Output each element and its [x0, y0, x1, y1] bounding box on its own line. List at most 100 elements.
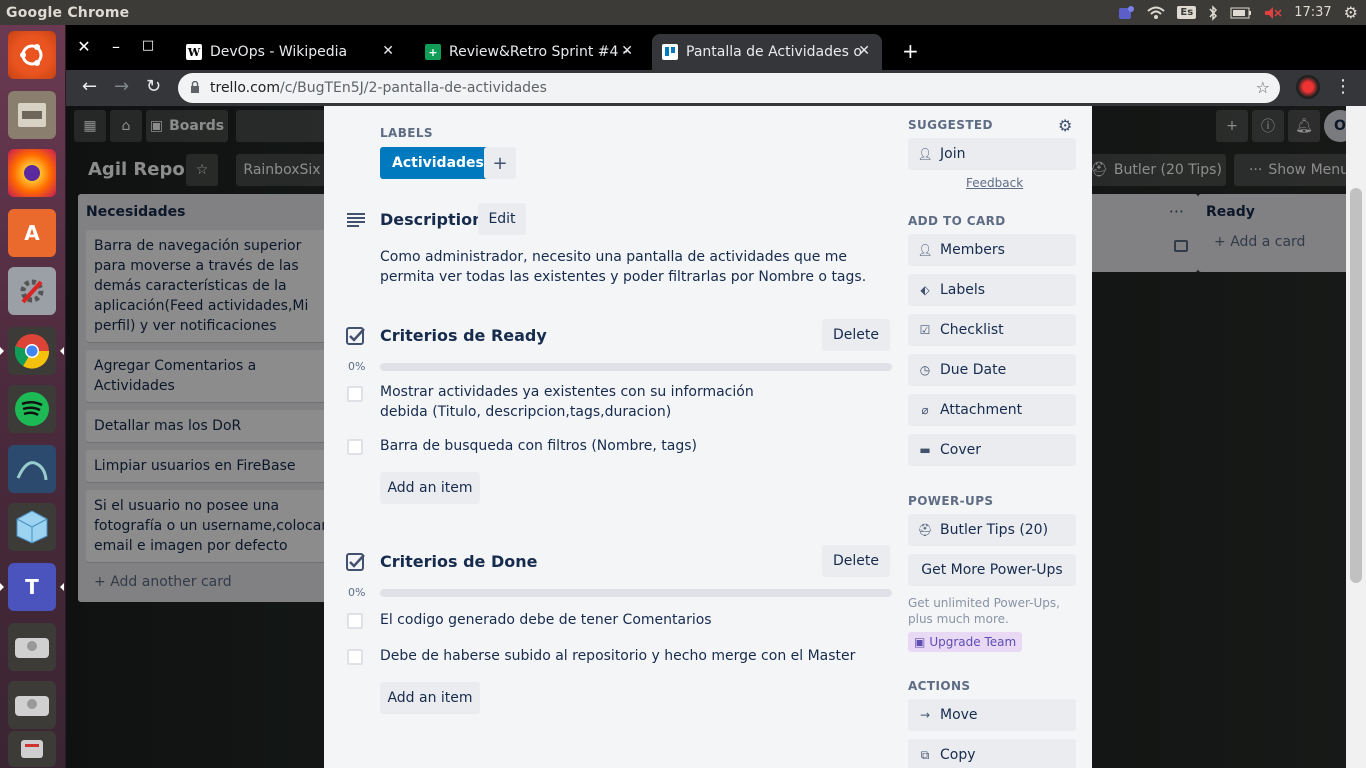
new-tab-icon[interactable]: +: [902, 39, 919, 63]
suggested-heading: SUGGESTED: [908, 118, 993, 132]
checklist-item-checkbox[interactable]: [347, 613, 363, 629]
move-button[interactable]: → Move: [908, 699, 1076, 731]
minimize-window-icon[interactable]: –: [106, 37, 126, 56]
wifi-icon[interactable]: [1147, 6, 1166, 20]
description-title: Description: [380, 210, 484, 229]
card-detail-modal: LABELS Actividades + Description Edit Co…: [324, 106, 1092, 768]
sheets-favicon-icon: +: [425, 44, 441, 60]
software-center-icon[interactable]: A: [8, 209, 56, 257]
checklist-item[interactable]: Debe de haberse subido al repositorio y …: [380, 646, 855, 666]
virtualbox-icon[interactable]: [8, 503, 56, 551]
clock-icon: ◷: [919, 363, 931, 377]
copy-label: Copy: [940, 747, 976, 763]
reload-icon[interactable]: ↻: [146, 76, 161, 97]
upgrade-team-label: Upgrade Team: [929, 635, 1017, 649]
close-tab-icon[interactable]: ✕: [382, 43, 394, 59]
edit-description-button[interactable]: Edit: [478, 203, 526, 235]
tab-review-retro[interactable]: + Review&Retro Sprint #4 - ✕: [415, 34, 645, 70]
checklist-item[interactable]: Mostrar actividades ya existentes con su…: [380, 382, 800, 422]
teams-icon[interactable]: T: [0, 563, 64, 611]
volume-muted-icon[interactable]: [1264, 6, 1282, 20]
labels-heading: LABELS: [380, 126, 433, 140]
close-tab-icon[interactable]: ✕: [858, 43, 870, 59]
bookmark-star-icon[interactable]: ☆: [1256, 78, 1270, 97]
drive-icon[interactable]: [8, 681, 56, 729]
battery-icon[interactable]: [1230, 7, 1252, 19]
system-tray: Es 17:37 ⚙: [1117, 0, 1358, 25]
feedback-link[interactable]: Feedback: [966, 176, 1023, 190]
files-icon[interactable]: [8, 91, 56, 139]
checklist-progress-bar: [380, 363, 892, 371]
upgrade-team-button[interactable]: ▣ Upgrade Team: [908, 632, 1023, 652]
due-date-label: Due Date: [940, 362, 1007, 378]
due-date-button[interactable]: ◷ Due Date: [908, 354, 1076, 386]
tab-devops-wikipedia[interactable]: W DevOps - Wikipedia ✕: [176, 34, 406, 70]
move-label: Move: [940, 707, 978, 723]
person-icon: 👤︎: [917, 147, 933, 161]
chrome-icon[interactable]: [0, 327, 64, 375]
tab-pantalla-actividades[interactable]: Pantalla de Actividades o ✕: [652, 34, 882, 70]
bluetooth-icon[interactable]: [1208, 4, 1218, 21]
drive-icon[interactable]: [8, 623, 56, 671]
labels-label: Labels: [940, 282, 986, 298]
app-launcher: A T: [0, 25, 66, 768]
url-domain: trello.com: [210, 80, 280, 96]
maximize-window-icon[interactable]: □: [138, 38, 158, 53]
checklist-icon: [346, 552, 366, 572]
checklist-label: Checklist: [940, 322, 1004, 338]
teams-tray-icon[interactable]: [1117, 5, 1135, 21]
checklist-icon: ☑: [919, 323, 931, 337]
checklist-button[interactable]: ☑ Checklist: [908, 314, 1076, 346]
checklist-item[interactable]: El codigo generado debe de tener Comenta…: [380, 610, 712, 630]
get-more-power-ups-button[interactable]: Get More Power-Ups: [908, 554, 1076, 586]
label-chip[interactable]: Actividades: [380, 147, 496, 179]
butler-tips-button[interactable]: ⛑︎ Butler Tips (20): [908, 514, 1076, 546]
forward-icon[interactable]: →: [114, 76, 129, 97]
firefox-icon[interactable]: [8, 149, 56, 197]
butler-icon: ⛑︎: [917, 523, 933, 537]
trello-favicon-icon: [662, 44, 678, 60]
checklist-item-checkbox[interactable]: [347, 386, 363, 402]
delete-checklist-button[interactable]: Delete: [822, 545, 890, 577]
checklist-title[interactable]: Criterios de Ready: [380, 326, 547, 345]
spotify-icon[interactable]: [8, 385, 56, 433]
close-tab-icon[interactable]: ✕: [621, 43, 633, 59]
page-scrollbar[interactable]: [1346, 106, 1366, 768]
delete-checklist-button[interactable]: Delete: [822, 319, 890, 351]
checklist-progress-bar: [380, 589, 892, 597]
suggested-settings-gear-icon[interactable]: ⚙: [1058, 116, 1072, 135]
keyboard-layout-indicator[interactable]: Es: [1177, 6, 1197, 19]
address-bar[interactable]: trello.com/c/BugTEn5J/2-pantalla-de-acti…: [178, 73, 1280, 103]
scrollbar-thumb[interactable]: [1350, 188, 1362, 583]
settings-tool-icon[interactable]: [8, 267, 56, 315]
checklist-title[interactable]: Criterios de Done: [380, 552, 537, 571]
members-button[interactable]: 👤︎ Members: [908, 234, 1076, 266]
description-text[interactable]: Como administrador, necesito una pantall…: [380, 247, 890, 287]
cover-button[interactable]: ▬ Cover: [908, 434, 1076, 466]
add-label-icon[interactable]: +: [484, 147, 516, 179]
join-button[interactable]: 👤︎ Join: [908, 138, 1076, 170]
lock-icon[interactable]: [190, 80, 200, 98]
copy-button[interactable]: ⧉ Copy: [908, 739, 1076, 768]
close-window-icon[interactable]: ✕: [74, 37, 94, 56]
checklist-item-checkbox[interactable]: [347, 649, 363, 665]
ubuntu-logo-icon[interactable]: [8, 31, 56, 79]
checklist-item[interactable]: Barra de busqueda con filtros (Nombre, t…: [380, 436, 697, 456]
chrome-window: ✕ – □ W DevOps - Wikipedia ✕ + Review&Re…: [66, 25, 1366, 768]
attachment-button[interactable]: ⌀ Attachment: [908, 394, 1076, 426]
mysql-workbench-icon[interactable]: [8, 445, 56, 493]
cover-label: Cover: [940, 442, 981, 458]
back-icon[interactable]: ←: [82, 76, 97, 97]
labels-button[interactable]: ⬖ Labels: [908, 274, 1076, 306]
chrome-menu-icon[interactable]: ⋮: [1334, 76, 1352, 97]
power-ups-heading: POWER-UPS: [908, 494, 994, 508]
usb-drive-icon[interactable]: [8, 731, 56, 767]
system-settings-icon[interactable]: ⚙: [1344, 3, 1358, 22]
profile-avatar[interactable]: [1296, 75, 1320, 99]
add-item-button[interactable]: Add an item: [380, 472, 480, 504]
butler-tips-label: Butler Tips (20): [940, 522, 1049, 538]
checklist-item-checkbox[interactable]: [347, 439, 363, 455]
add-item-button[interactable]: Add an item: [380, 682, 480, 714]
members-label: Members: [940, 242, 1005, 258]
clock[interactable]: 17:37: [1294, 5, 1331, 20]
